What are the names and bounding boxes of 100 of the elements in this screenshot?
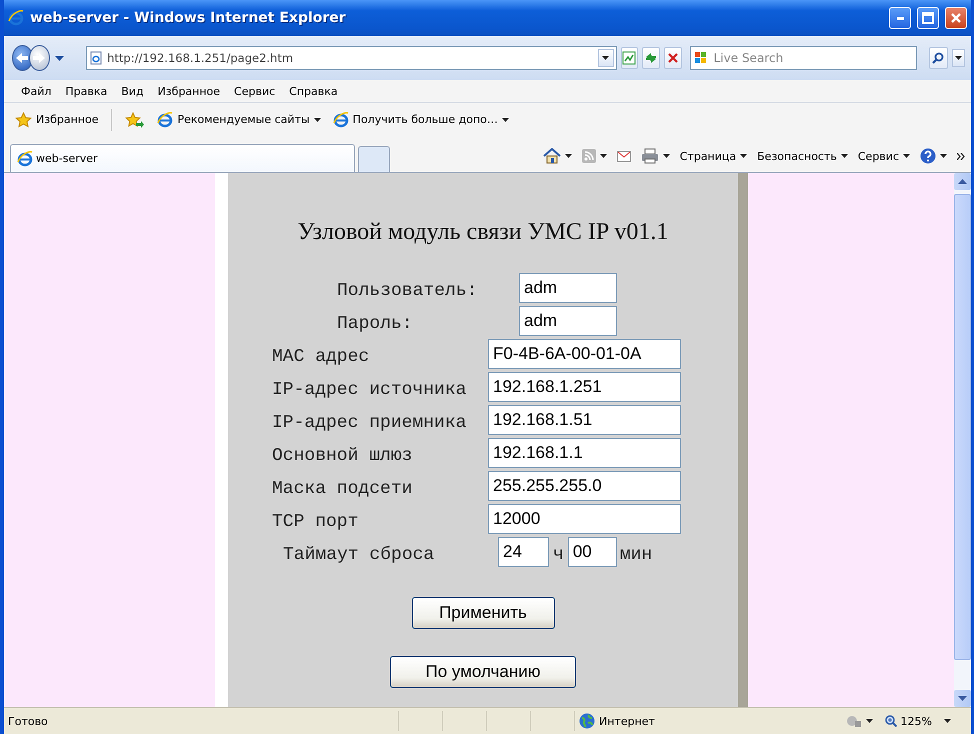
unit-label: ч — [552, 544, 565, 565]
globe-icon — [579, 713, 595, 729]
caret-icon — [944, 719, 951, 723]
maximize-button[interactable] — [917, 7, 939, 29]
caret-icon — [502, 118, 509, 122]
up-caret-icon — [958, 179, 967, 184]
menu-item[interactable]: Справка — [282, 84, 345, 98]
search-field[interactable]: Live Search — [690, 46, 917, 70]
caret-icon — [600, 154, 607, 158]
favorites-link[interactable]: Получить больше допо… — [330, 110, 512, 130]
caret-icon — [564, 154, 572, 158]
refresh-button[interactable] — [642, 47, 660, 69]
caret-icon — [314, 118, 321, 122]
feeds-button[interactable] — [580, 147, 609, 165]
field-label: Маска подсети — [272, 478, 414, 499]
down-caret-icon — [958, 696, 967, 701]
caret-icon — [740, 154, 748, 158]
stop-button[interactable] — [664, 47, 682, 69]
browser-tab[interactable]: web-server — [10, 144, 355, 172]
caret-icon — [840, 154, 848, 158]
status-text: Готово — [7, 714, 49, 728]
window-title: web-server - Windows Internet Explorer — [30, 10, 347, 26]
minutes-field[interactable]: 00 — [568, 537, 617, 567]
refresh-icon — [644, 51, 658, 65]
input-field[interactable]: 192.168.1.251 — [488, 372, 681, 402]
favorites-button[interactable]: Избранное — [12, 110, 102, 130]
menu-item[interactable]: Правка — [58, 84, 114, 98]
hours-field[interactable]: 24 — [498, 537, 549, 567]
field-label: Пользователь: — [337, 280, 478, 301]
search-options-button[interactable] — [952, 49, 965, 67]
feed-icon — [582, 149, 596, 163]
address-field[interactable]: http://192.168.1.251/page2.htm — [86, 46, 617, 70]
unit-label: мин — [618, 544, 652, 565]
printer-icon — [640, 148, 659, 164]
page-heading: Узловой модуль связи УМС IP v01.1 — [298, 219, 668, 246]
input-field[interactable]: 192.168.1.1 — [488, 438, 681, 468]
input-field[interactable]: adm — [519, 273, 617, 303]
field-label: IP-адрес источника — [272, 379, 468, 400]
compatibility-button[interactable] — [620, 47, 638, 69]
favorites-link[interactable]: Рекомендуемые сайты — [154, 110, 324, 130]
mail-button[interactable] — [614, 148, 633, 164]
search-icon — [932, 52, 944, 64]
ie-page-icon — [332, 112, 349, 128]
help-icon — [920, 148, 936, 164]
address-dropdown-button[interactable] — [598, 49, 614, 67]
default-button[interactable]: По умолчанию — [390, 656, 576, 688]
field-label: MAC адрес — [272, 346, 370, 367]
ie-logo-icon — [17, 150, 33, 166]
house-icon — [542, 148, 561, 164]
ie-page-icon — [157, 112, 174, 128]
menu-item[interactable]: Сервис — [227, 84, 282, 98]
search-provider-icon — [694, 51, 708, 65]
field-label: IP-адрес приемника — [272, 412, 468, 433]
left-arrow-icon — [15, 52, 30, 64]
input-field[interactable]: 192.168.1.51 — [488, 405, 681, 435]
right-arrow-icon — [32, 52, 46, 64]
command-menu-button[interactable]: Страница — [678, 148, 750, 164]
zone-text: Интернет — [599, 714, 655, 728]
back-button[interactable] — [12, 45, 33, 71]
field-label: Пароль: — [337, 313, 414, 334]
caret-icon — [55, 56, 64, 60]
maximize-icon — [922, 12, 934, 24]
double-chevron-icon — [957, 152, 965, 160]
menu-item[interactable]: Вид — [114, 84, 151, 98]
caret-icon — [955, 56, 962, 60]
caret-icon — [662, 154, 670, 158]
zoom-button[interactable]: 125% — [878, 714, 938, 728]
field-label: Таймаут сброса — [283, 544, 436, 565]
ie-logo-icon — [8, 10, 24, 26]
zoom-icon — [884, 715, 897, 727]
forward-button[interactable] — [28, 45, 50, 71]
input-field[interactable]: 12000 — [488, 504, 681, 534]
star-icon — [15, 112, 32, 128]
page-icon — [89, 51, 104, 65]
input-field[interactable]: F0-4B-6A-00-01-0A — [488, 339, 681, 369]
field-label: Основной шлюз — [272, 445, 414, 466]
search-button[interactable] — [928, 47, 948, 69]
command-menu-button[interactable]: Сервис — [856, 148, 912, 164]
scrollbar[interactable] — [954, 173, 971, 707]
input-field[interactable]: 255.255.255.0 — [488, 471, 681, 501]
menu-item[interactable]: Файл — [14, 84, 58, 98]
caret-icon — [602, 56, 610, 60]
caret-icon — [866, 719, 873, 723]
minimize-button[interactable] — [889, 7, 911, 29]
envelope-icon — [616, 150, 631, 162]
close-button[interactable] — [945, 7, 967, 29]
minimize-icon — [896, 16, 904, 20]
caret-icon — [940, 154, 947, 158]
caret-icon — [903, 154, 910, 158]
help-button[interactable] — [918, 146, 949, 166]
command-menu-button[interactable]: Безопасность — [755, 148, 850, 164]
field-label: TCP порт — [272, 511, 360, 532]
apply-button[interactable]: Применить — [412, 597, 554, 629]
search-input[interactable]: Live Search — [712, 47, 913, 69]
close-icon — [950, 12, 962, 24]
menu-item[interactable]: Избранное — [150, 84, 228, 98]
more-tools-button[interactable] — [955, 150, 967, 162]
home-button[interactable] — [540, 146, 574, 166]
input-field[interactable]: adm — [519, 306, 617, 336]
stop-icon — [666, 52, 679, 64]
